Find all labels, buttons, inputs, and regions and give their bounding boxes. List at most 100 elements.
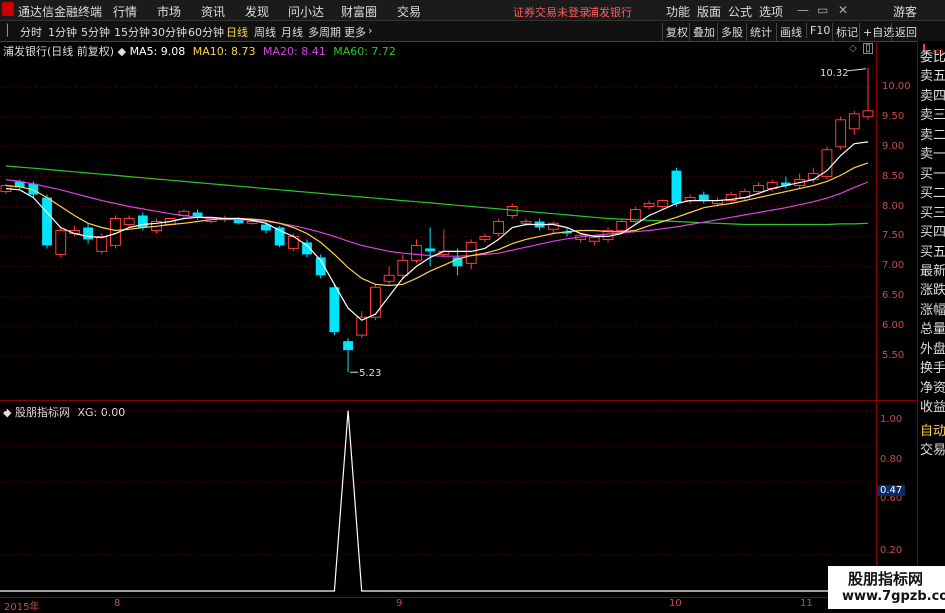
candle-body-up	[520, 220, 532, 224]
period-15min[interactable]: 15分钟	[114, 24, 150, 40]
menu-shichang[interactable]: 市场	[157, 3, 181, 20]
watermark-line1: 股朋指标网	[848, 570, 924, 588]
price-tick-5: 7.50	[882, 230, 905, 242]
menu-zixun[interactable]: 资讯	[201, 3, 225, 20]
menu-banmian[interactable]: 版面	[697, 3, 721, 20]
candle-body-down	[698, 194, 709, 201]
trade-login-notice[interactable]: 证券交易未登录	[513, 4, 590, 20]
period-multi[interactable]: 多周期	[308, 24, 341, 40]
candle-body-up	[370, 286, 381, 318]
restore-icon[interactable]: ▭	[817, 3, 828, 17]
period-fenshi[interactable]: 分时	[20, 24, 42, 40]
period-30min[interactable]: 30分钟	[151, 24, 187, 40]
toolbar-handle-icon: │	[4, 24, 11, 37]
more-chevron-icon[interactable]: ›	[368, 24, 372, 37]
btn-back[interactable]: 返回	[891, 23, 920, 41]
high-arrow	[847, 68, 867, 72]
price-tick-3: 8.50	[882, 170, 905, 182]
ma20-line	[5, 179, 869, 257]
ind-tick-080: 0.80	[880, 454, 903, 465]
date-2015: 2015年	[4, 602, 40, 613]
price-tick-4: 8.00	[882, 200, 905, 212]
sidebar-item-18[interactable]: 收益	[920, 396, 945, 415]
sidebar-item-6[interactable]: 买一	[920, 163, 945, 182]
close-icon[interactable]: ✕	[838, 3, 848, 17]
price-tick-6: 7.00	[882, 260, 905, 272]
menu-hangqing[interactable]: 行情	[113, 3, 137, 20]
period-60min[interactable]: 60分钟	[188, 24, 224, 40]
candlestick-chart[interactable]: 10.32 5.23	[0, 41, 876, 400]
period-5min[interactable]: 5分钟	[81, 24, 110, 40]
menu-caifuquan[interactable]: 财富圈	[341, 3, 377, 20]
xg-signal-line	[0, 410, 876, 592]
date-axis: 2015年 8 9 10 11	[0, 597, 945, 613]
menu-gongneng[interactable]: 功能	[666, 3, 690, 20]
sidebar-item-5[interactable]: 卖一	[920, 143, 945, 162]
candle-body-up	[862, 110, 874, 118]
candle-body-up	[807, 173, 819, 181]
sidebar-item-11[interactable]: 最新	[920, 260, 945, 279]
sidebar-item-0[interactable]: 委比	[920, 46, 945, 65]
btn-diejia[interactable]: 叠加	[689, 23, 718, 41]
ind-current-value: 0.47	[877, 485, 906, 496]
sidebar-item-7[interactable]: 买二	[920, 182, 945, 201]
period-toolbar: │ 分时 1分钟 5分钟 15分钟 30分钟 60分钟 日线 周线 月线 多周期…	[0, 21, 945, 42]
candle-body-down	[671, 170, 682, 204]
sidebar-item-12[interactable]: 涨跌	[920, 279, 945, 298]
menu-jiaoyi[interactable]: 交易	[397, 3, 421, 20]
candle-body-up	[506, 206, 518, 217]
period-weekly[interactable]: 周线	[254, 24, 276, 40]
sidebar-item-2[interactable]: 卖四	[920, 85, 945, 104]
sidebar-item-4[interactable]: 卖二	[920, 124, 945, 143]
minimize-icon[interactable]: —	[797, 3, 809, 17]
indicator-chart[interactable]	[0, 401, 876, 597]
candle-body-up	[55, 229, 67, 255]
low-price-label: 5.23	[359, 368, 381, 379]
btn-duogu[interactable]: 多股	[717, 23, 746, 41]
candle-body-up	[465, 241, 477, 264]
date-nov: 11	[800, 598, 813, 609]
date-oct: 10	[669, 598, 682, 609]
btn-huaxian[interactable]: 画线	[776, 23, 805, 41]
period-daily[interactable]: 日线	[226, 24, 248, 40]
candle-body-down	[329, 287, 340, 333]
menu-gongshi[interactable]: 公式	[728, 3, 752, 20]
menu-wenxiaoda[interactable]: 问小达	[288, 3, 324, 20]
period-more[interactable]: 更多	[344, 24, 366, 40]
btn-tongji[interactable]: 统计	[746, 23, 775, 41]
candle-body-down	[42, 197, 52, 246]
ind-tick-100: 1.00	[880, 414, 903, 425]
candle-body-up	[123, 218, 135, 225]
candle-body-up	[643, 203, 655, 208]
sidebar-item-14[interactable]: 总量	[920, 318, 945, 337]
price-tick-2: 9.00	[882, 140, 905, 152]
sidebar-item-15[interactable]: 外盘	[920, 338, 945, 357]
date-sep: 9	[396, 598, 403, 609]
menu-xuanxiang[interactable]: 选项	[759, 3, 783, 20]
sidebar-item-13[interactable]: 涨幅	[920, 299, 945, 318]
btn-biaoji[interactable]: 标记	[832, 23, 861, 41]
sidebar-item-20[interactable]: 交易	[920, 439, 945, 458]
sidebar-item-16[interactable]: 换手	[920, 357, 945, 376]
period-monthly[interactable]: 月线	[281, 24, 303, 40]
period-1min[interactable]: 1分钟	[48, 24, 77, 40]
price-tick-1: 9.50	[882, 110, 905, 122]
quote-sidebar: L 300 委比 卖五 卖四 卖三 卖二 卖一 买一 买二 买三 买四 买五 最新 涨跌 涨幅 总量 外盘 换手…	[917, 41, 945, 609]
sidebar-item-17[interactable]: 净资	[920, 377, 945, 396]
sidebar-item-19[interactable]: 自动	[920, 420, 945, 439]
sidebar-item-1[interactable]: 卖五	[920, 65, 945, 84]
candle-body-up	[493, 220, 504, 234]
ma5-line	[5, 141, 869, 321]
sidebar-item-3[interactable]: 卖三	[920, 104, 945, 123]
guest-label[interactable]: 游客	[893, 3, 917, 20]
btn-f10[interactable]: F10	[806, 23, 833, 38]
sidebar-item-8[interactable]: 买三	[920, 202, 945, 221]
btn-fuquan[interactable]: 复权	[662, 23, 691, 41]
candle-body-up	[848, 113, 860, 130]
sidebar-item-10[interactable]: 买五	[920, 241, 945, 260]
menu-faxian[interactable]: 发现	[245, 3, 269, 20]
candle-body-up	[753, 185, 764, 193]
candle-body-down	[83, 227, 94, 240]
app-title: 通达信金融终端	[18, 5, 103, 19]
sidebar-item-9[interactable]: 买四	[920, 221, 945, 240]
